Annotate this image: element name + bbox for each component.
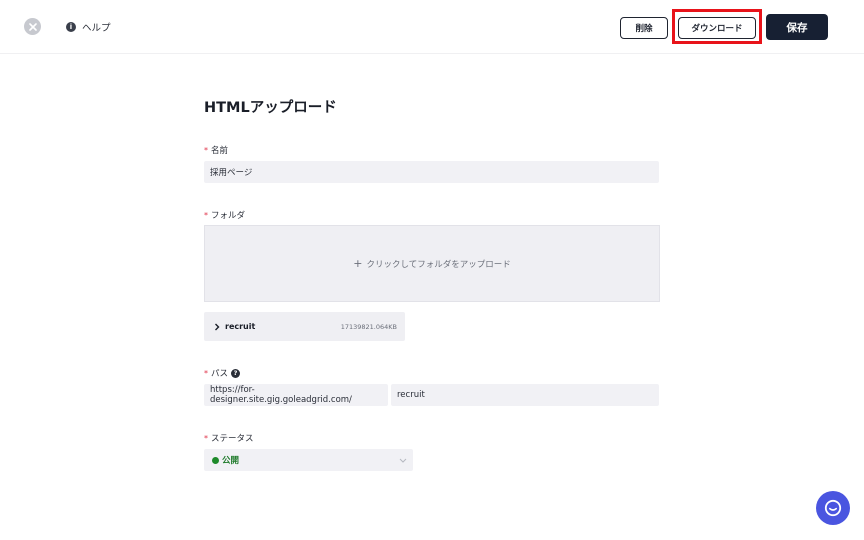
folder-upload-zone[interactable]: + クリックしてフォルダをアップロード <box>204 225 660 302</box>
uploaded-folder-row[interactable]: recruit 17139821.064KB <box>204 312 405 341</box>
upload-prompt: クリックしてフォルダをアップロード <box>366 259 511 270</box>
top-bar: i ヘルプ 削除 ダウンロード 保存 <box>0 0 864 54</box>
page-title: HTMLアップロード <box>204 100 337 116</box>
chevron-right-icon[interactable] <box>214 323 222 331</box>
status-label: * ステータス <box>204 432 254 445</box>
chevron-down-icon <box>399 456 407 464</box>
folder-label-text: フォルダ <box>211 211 246 221</box>
required-mark: * <box>204 433 208 443</box>
required-mark: * <box>204 210 208 220</box>
info-icon: i <box>66 22 76 32</box>
download-button[interactable]: ダウンロード <box>678 17 756 39</box>
plus-icon: + <box>353 257 363 270</box>
help-label: ヘルプ <box>82 23 111 34</box>
path-input[interactable]: recruit <box>391 384 659 406</box>
folder-size: 17139821.064KB <box>340 322 397 331</box>
help-link[interactable]: i ヘルプ <box>66 20 111 34</box>
status-dot <box>212 456 219 464</box>
path-label-text: パス <box>211 369 229 379</box>
required-mark: * <box>204 145 208 155</box>
name-label: * 名前 <box>204 144 229 157</box>
folder-label: * フォルダ <box>204 209 246 222</box>
path-prefix: https://for-designer.site.gig.goleadgrid… <box>204 384 388 406</box>
status-value: 公開 <box>222 456 240 466</box>
save-button[interactable]: 保存 <box>766 14 828 40</box>
folder-name: recruit <box>225 322 256 331</box>
name-input[interactable]: 採用ページ <box>204 161 659 183</box>
name-label-text: 名前 <box>211 146 229 156</box>
status-label-text: ステータス <box>211 434 254 444</box>
path-label: * パス ? <box>204 367 241 379</box>
close-icon[interactable] <box>24 18 41 35</box>
required-mark: * <box>204 368 208 378</box>
status-select[interactable]: 公開 <box>204 449 413 471</box>
delete-button[interactable]: 削除 <box>620 17 668 39</box>
chat-icon[interactable] <box>816 491 850 525</box>
question-icon[interactable]: ? <box>231 368 241 378</box>
